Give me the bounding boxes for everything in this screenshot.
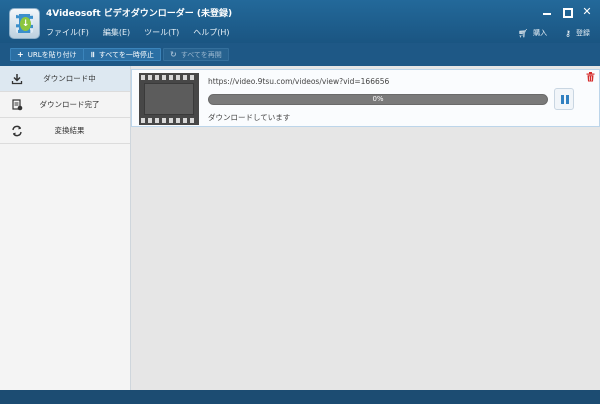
status-bar: [0, 390, 600, 404]
pause-all-button[interactable]: ॥ すべてを一時停止: [83, 48, 161, 61]
sidebar-item-downloading[interactable]: ダウンロード中: [0, 66, 130, 92]
sidebar: ダウンロード中 ダウンロード完了 変換結果: [0, 66, 131, 390]
refresh-icon: ↻: [170, 50, 177, 59]
app-title: 4Videosoft ビデオダウンローダー (未登録): [46, 9, 233, 19]
resume-all-label: すべてを再開: [180, 50, 222, 59]
paste-url-button[interactable]: + URLを貼り付け: [10, 48, 84, 61]
register-link[interactable]: ⚷ 登録: [565, 28, 590, 38]
resume-all-button[interactable]: ↻ すべてを再開: [163, 48, 229, 61]
minimize-button[interactable]: [542, 7, 552, 17]
menu-tools[interactable]: ツール(T): [144, 27, 179, 38]
top-links: 🛒︎ 購入 ⚷ 登録: [518, 28, 590, 38]
sidebar-item-downloaded[interactable]: ダウンロード完了: [0, 92, 130, 118]
pause-task-button[interactable]: [554, 88, 574, 110]
download-list: https://video.9tsu.com/videos/view?vid=1…: [131, 66, 600, 390]
menu-edit[interactable]: 編集(E): [103, 27, 130, 38]
cart-icon: 🛒︎: [517, 28, 529, 38]
sidebar-item-label: 変換結果: [54, 126, 85, 135]
maximize-button[interactable]: [562, 7, 573, 18]
purchase-link[interactable]: 🛒︎ 購入: [518, 28, 547, 38]
toolbar: + URLを貼り付け ॥ すべてを一時停止 ↻ すべてを再開: [0, 43, 600, 66]
task-url: https://video.9tsu.com/videos/view?vid=1…: [208, 77, 390, 86]
key-icon: ⚷: [565, 28, 571, 38]
trash-icon[interactable]: [586, 72, 595, 82]
paste-url-label: URLを貼り付け: [27, 50, 77, 59]
sidebar-item-converted[interactable]: 変換結果: [0, 118, 130, 144]
window-controls: ✕: [542, 6, 592, 18]
plus-icon: +: [17, 50, 24, 59]
pause-icon: ॥: [90, 50, 95, 59]
pause-all-label: すべてを一時停止: [98, 50, 154, 59]
menu-help[interactable]: ヘルプ(H): [193, 27, 229, 38]
video-thumbnail: [139, 73, 199, 125]
download-arrow-icon: ↓: [20, 17, 31, 31]
sidebar-item-label: ダウンロード中: [43, 74, 96, 83]
download-task: https://video.9tsu.com/videos/view?vid=1…: [131, 69, 600, 127]
progress-text: 0%: [372, 95, 384, 103]
register-label: 登録: [576, 29, 590, 37]
film-frame: [144, 83, 194, 115]
sidebar-item-label: ダウンロード完了: [39, 100, 100, 109]
purchase-label: 購入: [533, 29, 548, 37]
task-status: ダウンロードしています: [208, 113, 291, 122]
menu-file[interactable]: ファイル(F): [46, 27, 89, 38]
close-button[interactable]: ✕: [582, 6, 592, 17]
app-logo: ↓: [9, 8, 40, 39]
progress-bar: 0%: [208, 94, 548, 105]
title-bar: ↓ 4Videosoft ビデオダウンローダー (未登録) ファイル(F) 編集…: [0, 0, 600, 43]
menu-bar: ファイル(F) 編集(E) ツール(T) ヘルプ(H): [46, 27, 230, 38]
